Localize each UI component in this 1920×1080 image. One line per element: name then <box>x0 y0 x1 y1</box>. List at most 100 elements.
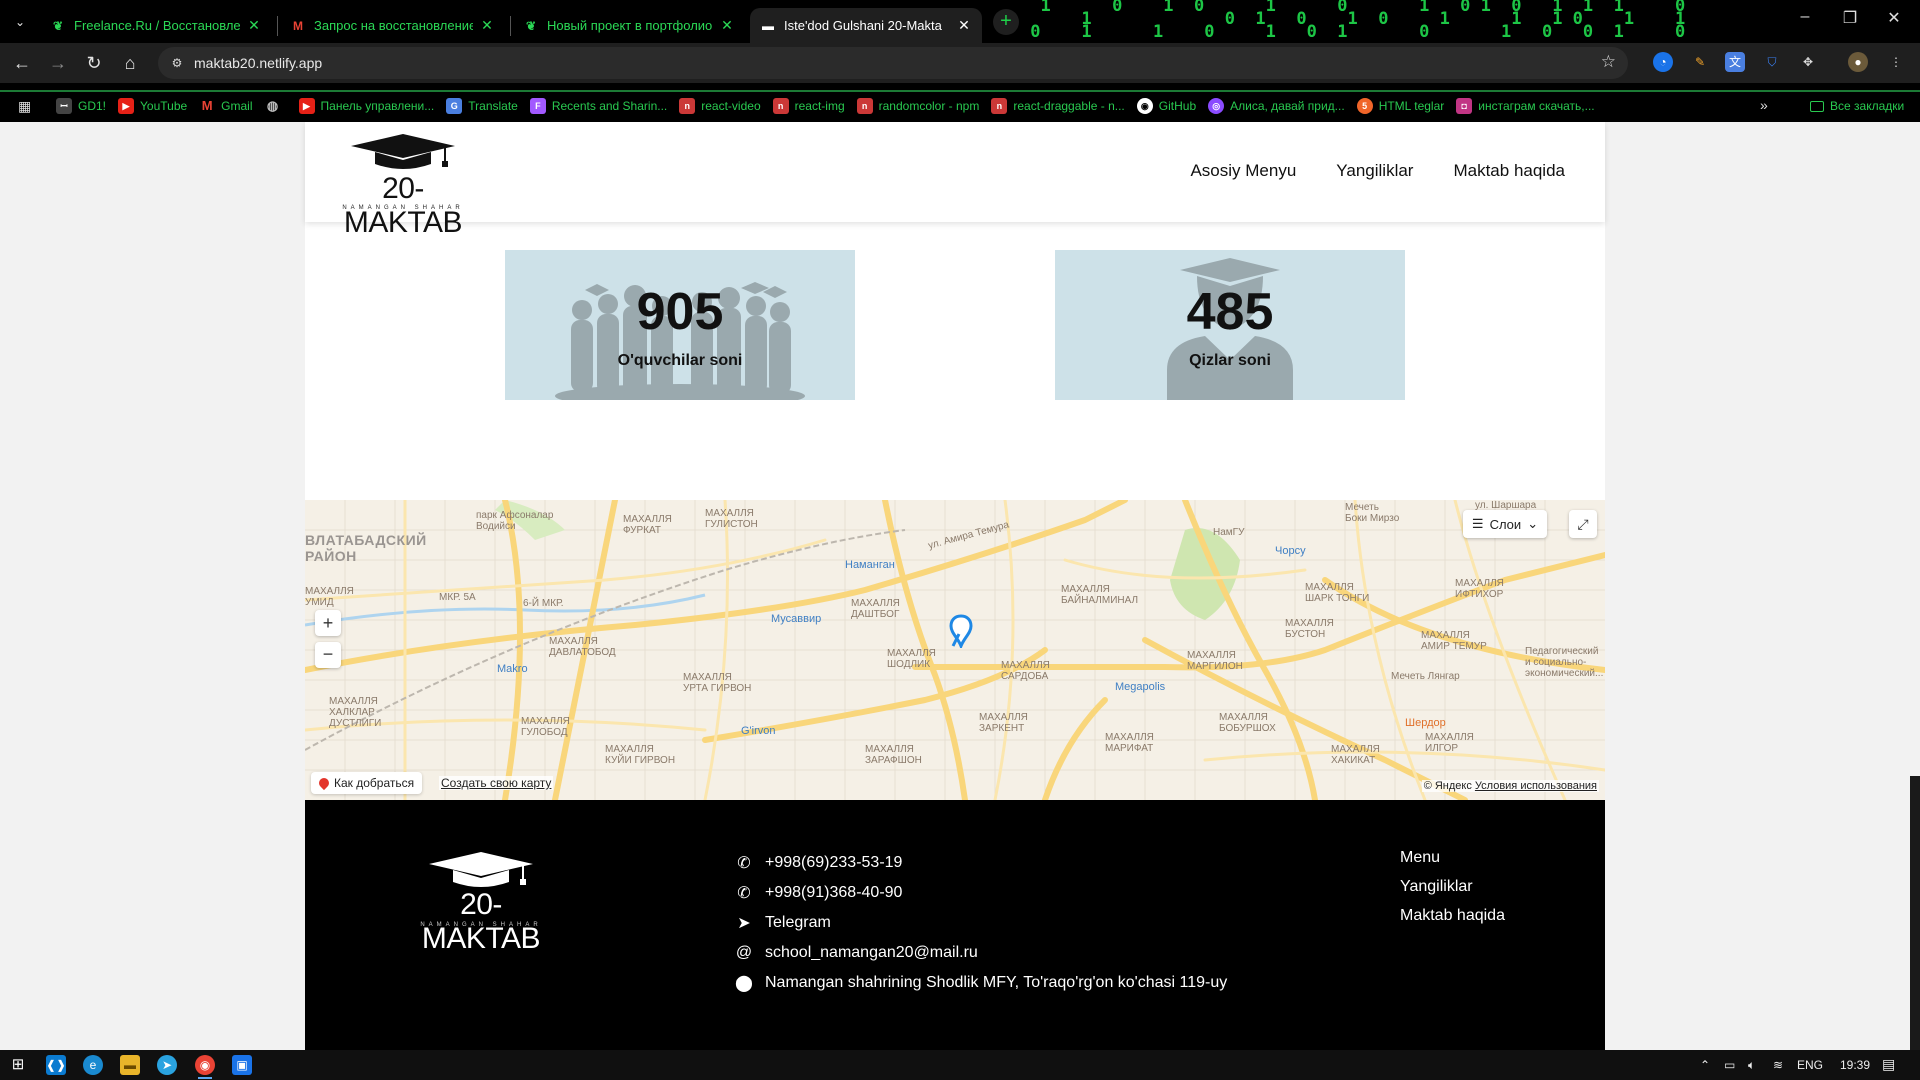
page-scrollbar[interactable] <box>1910 776 1920 1050</box>
zoom-out-button[interactable]: − <box>315 642 341 668</box>
tab-search-icon[interactable]: ⌄ <box>10 12 30 32</box>
start-windows-icon[interactable]: ⊞ <box>8 1055 28 1075</box>
minimize-icon[interactable]: – <box>1793 8 1817 26</box>
apps-grid-icon[interactable]: ▦ <box>18 98 34 114</box>
menu-kebab-icon[interactable]: ⋮ <box>1886 52 1906 72</box>
footer-link-maktab-haqida[interactable]: Maktab haqida <box>1400 906 1505 935</box>
map-poi-label[interactable]: G'irvon <box>741 726 776 737</box>
file-explorer-icon[interactable]: ▬ <box>120 1055 140 1075</box>
zoom-in-button[interactable]: + <box>315 610 341 636</box>
site-info-icon[interactable]: ⚙ <box>168 54 186 72</box>
app-icon[interactable]: ▣ <box>232 1055 252 1075</box>
nav-link-maktab-haqida[interactable]: Maktab haqida <box>1453 161 1565 181</box>
browser-tab[interactable]: ❦ Новый проект в портфолио ✕ <box>513 8 745 43</box>
bookmark-item[interactable]: ◉ GitHub <box>1136 98 1196 114</box>
stat-value: 485 <box>1186 283 1274 341</box>
map-poi-label[interactable]: Чорсу <box>1275 546 1306 557</box>
edge-icon[interactable]: e <box>83 1055 103 1075</box>
footer-link-yangiliklar[interactable]: Yangiliklar <box>1400 877 1505 906</box>
more-bookmarks-icon[interactable]: » <box>1760 97 1768 113</box>
close-icon[interactable]: ✕ <box>956 17 972 34</box>
bookmark-item[interactable]: 5 HTML teglar <box>1356 98 1444 114</box>
bookmark-item[interactable]: n react-video <box>679 98 761 114</box>
wifi-icon[interactable]: ≋ <box>1773 1058 1783 1072</box>
contact-phone-1[interactable]: ✆ +998(69)233-53-19 <box>733 848 1227 878</box>
volume-icon[interactable]: 🔈︎ <box>1748 1058 1755 1073</box>
bookmark-item[interactable]: G Translate <box>446 98 518 114</box>
reload-icon[interactable]: ↻ <box>82 51 106 75</box>
telegram-app-icon[interactable]: ➤ <box>157 1055 177 1075</box>
close-icon[interactable]: ✕ <box>479 17 495 34</box>
extensions-puzzle-icon[interactable]: ✥ <box>1798 52 1818 72</box>
map-poi-label[interactable]: Наманган <box>845 560 895 571</box>
nav-link-asosiy-menyu[interactable]: Asosiy Menyu <box>1190 161 1296 181</box>
bookmark-item[interactable]: ◍ <box>265 98 287 114</box>
bookmark-item[interactable]: ▶ YouTube <box>118 98 187 114</box>
nav-link-yangiliklar[interactable]: Yangiliklar <box>1336 161 1413 181</box>
translate-extension-icon[interactable]: 文 <box>1725 52 1745 72</box>
profile-avatar[interactable]: ● <box>1848 52 1868 72</box>
bookmark-item[interactable]: n react-img <box>772 98 845 114</box>
bookmark-item[interactable]: M Gmail <box>199 98 253 114</box>
shield-extension-icon[interactable]: ⛉ <box>1762 52 1782 72</box>
map-poi-label[interactable]: Megapolis <box>1115 682 1165 693</box>
map-poi-label[interactable]: НамГУ <box>1213 527 1244 538</box>
map-poi-label[interactable]: Шердор <box>1405 718 1446 729</box>
vscode-icon[interactable]: ❰❱ <box>46 1055 66 1075</box>
all-bookmarks-label: Все закладки <box>1830 99 1905 113</box>
browser-tab[interactable]: ❦ Freelance.Ru / Восстановление ✕ <box>40 8 272 43</box>
pen-extension-icon[interactable]: ✎ <box>1690 52 1710 72</box>
bookmark-item[interactable]: ◎ Алиса, давай прид... <box>1208 98 1345 114</box>
map-poi-label[interactable]: Мечеть Боки Мирзо <box>1345 502 1399 524</box>
home-icon[interactable]: ⌂ <box>118 51 142 75</box>
chrome-icon[interactable]: ◉ <box>195 1055 215 1079</box>
map-marker-icon[interactable] <box>949 614 973 648</box>
site-container: 20-MAKTAB NAMANGAN SHAHAR Asosiy Menyu Y… <box>305 122 1605 1050</box>
terms-link[interactable]: Условия использования <box>1475 780 1597 792</box>
close-window-icon[interactable]: ✕ <box>1882 8 1906 28</box>
contact-phone-2[interactable]: ✆ +998(91)368-40-90 <box>733 878 1227 908</box>
battery-icon[interactable]: ▭ <box>1724 1058 1735 1072</box>
footer-link-menu[interactable]: Menu <box>1400 848 1505 877</box>
close-icon[interactable]: ✕ <box>719 17 735 34</box>
map-poi-label[interactable]: Мусаввир <box>771 614 821 625</box>
new-tab-button[interactable]: + <box>993 9 1019 35</box>
tab-strip: 1 0 1 0 1 0 1 0 1 0 1 1 1 0 1 0 1 0 1 0 … <box>0 0 1920 43</box>
language-indicator[interactable]: ENG <box>1797 1058 1823 1072</box>
bookmark-item[interactable]: ◘ инстаграм скачать,... <box>1456 98 1595 114</box>
yandex-map[interactable]: ВЛАТАБАДСКИЙ РАЙОН парк Афсоналар Водийси … <box>305 500 1605 800</box>
bookmark-item[interactable]: n randomcolor - npm <box>856 98 979 114</box>
notifications-icon[interactable]: ▤ <box>1882 1056 1895 1073</box>
extension-icon[interactable]: ◔ <box>1653 52 1673 72</box>
address-bar[interactable]: ⚙ maktab20.netlify.app ☆ <box>158 47 1628 79</box>
forward-icon[interactable]: → <box>46 51 70 75</box>
bookmark-item[interactable]: ▶ Панель управлени... <box>298 98 434 114</box>
bookmark-label: GD1! <box>78 99 107 113</box>
clock[interactable]: 19:39 <box>1840 1058 1870 1072</box>
restore-icon[interactable]: ❐ <box>1838 8 1862 28</box>
map-poi-label[interactable]: Педагогический и социально-экономический.… <box>1525 646 1603 679</box>
footer-logo[interactable]: 20-MAKTAB NAMANGAN SHAHAR <box>405 850 557 955</box>
url-text[interactable]: maktab20.netlify.app <box>194 55 322 71</box>
site-logo[interactable]: 20-MAKTAB NAMANGAN SHAHAR <box>327 132 479 239</box>
contact-telegram[interactable]: ➤ Telegram <box>733 908 1227 938</box>
all-bookmarks-button[interactable]: Все закладки <box>1810 99 1904 113</box>
bookmark-star-icon[interactable]: ☆ <box>1601 52 1616 72</box>
create-map-link[interactable]: Создать свою карту <box>439 776 554 790</box>
fullscreen-button[interactable]: ⤢ <box>1569 510 1597 538</box>
back-icon[interactable]: ← <box>10 51 34 75</box>
contact-email[interactable]: @ school_namangan20@mail.ru <box>733 938 1227 968</box>
logo-subtitle: NAMANGAN SHAHAR <box>342 205 464 211</box>
map-poi-label[interactable]: Makro <box>497 664 528 675</box>
tray-chevron-icon[interactable]: ⌃ <box>1700 1058 1710 1072</box>
close-icon[interactable]: ✕ <box>246 17 262 34</box>
bookmark-item[interactable]: F Recents and Sharin... <box>529 98 667 114</box>
map-poi-label[interactable]: Мечеть Лянгар <box>1391 671 1460 682</box>
bookmark-item[interactable]: n react-draggable - n... <box>991 98 1125 114</box>
browser-tab-active[interactable]: ▬ Iste'dod Gulshani 20-Makta ✕ <box>750 8 982 43</box>
directions-button[interactable]: Как добраться <box>311 772 423 794</box>
browser-tab[interactable]: M Запрос на восстановление за ✕ <box>280 8 505 43</box>
bookmark-item[interactable]: ꟷ GD1! <box>56 98 106 114</box>
map-layers-button[interactable]: ☰ Слои ⌄ <box>1463 510 1547 538</box>
graduation-cap-icon <box>429 852 533 887</box>
